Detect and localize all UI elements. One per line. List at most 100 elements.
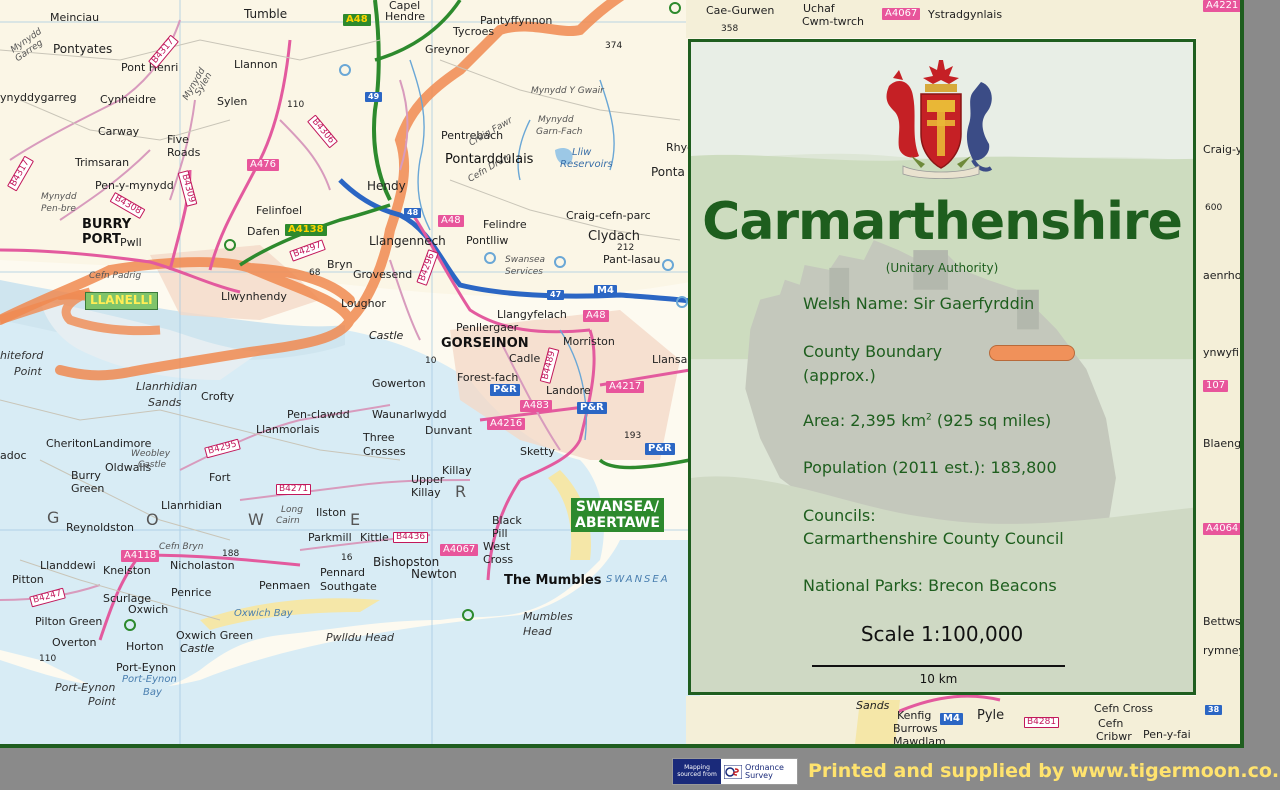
pennard-label: Pennard	[320, 566, 366, 579]
landore-label: Landore	[546, 384, 591, 397]
sands-label: Sands	[856, 699, 890, 712]
carway-label: Carway	[98, 125, 140, 138]
five-roads-label-1: Five	[167, 133, 189, 146]
upper-killay-label-1: Upper	[411, 473, 445, 486]
info-panel: Carmarthenshire (Unitary Authority) Wels…	[688, 39, 1196, 695]
gower-letter-o: O	[146, 510, 161, 529]
three-crosses-label-2: Crosses	[363, 445, 406, 458]
forest-fach-label: Forest-fach	[457, 371, 519, 384]
mawdlam-label: Mawdlam	[893, 735, 946, 748]
uchaf-label: Uchaf	[803, 2, 835, 15]
spot-height-68: 68	[309, 268, 321, 278]
area-prefix: Area: 2,395 km	[803, 411, 927, 430]
route-number-16: 16	[341, 553, 353, 563]
three-crosses-label-1: Three	[363, 431, 395, 444]
swansea-label-line1: SWANSEA/	[575, 499, 659, 515]
ynyddygarreg-label: ynyddygarreg	[0, 91, 77, 104]
llangennech-label: Llangennech	[369, 234, 446, 248]
dunvant-label: Dunvant	[425, 424, 472, 437]
oxwich-castle-label: Castle	[180, 642, 215, 655]
cae-gurwen-label: Cae-Gurwen	[706, 4, 775, 17]
cefn-label: Cefn	[1098, 717, 1124, 730]
road-a483: A483	[520, 400, 552, 412]
grovesend-label: Grovesend	[353, 268, 413, 281]
mynydd-garn-fach-label-1: Mynydd	[538, 115, 574, 125]
aenrho-label: aenrho	[1203, 269, 1242, 282]
mumbles-head-label-1: Mumbles	[523, 610, 573, 623]
road-b4436: B4436	[393, 532, 429, 543]
spot-height-374: 374	[605, 41, 623, 51]
road-a4138: A4138	[285, 224, 327, 236]
a483-green	[598, 458, 691, 470]
area-line: Area: 2,395 km2 (925 sq miles)	[803, 410, 1051, 432]
oxwich-green-label: Oxwich Green	[176, 629, 254, 642]
pontardawe-label: Ponta	[651, 165, 685, 179]
swansea-bay-label: SWANSEA	[606, 574, 670, 585]
gower-letter-r: R	[455, 482, 469, 501]
road-a48-east-of-gorseinon: A48	[583, 310, 609, 322]
lliw-reservoirs-label-2: Reservoirs	[560, 159, 613, 170]
mynydd-garn-fach-label-2: Garn-Fach	[536, 127, 583, 137]
castle-label: Castle	[369, 329, 404, 342]
road-a48-top: A48	[343, 14, 371, 26]
felindre-label: Felindre	[483, 218, 527, 231]
welsh-name-line: Welsh Name: Sir Gaerfyrddin	[803, 294, 1035, 313]
route-number-10: 10	[425, 356, 437, 366]
road-b4271: B4271	[276, 484, 312, 495]
mynydd-y-gwair-label: Mynydd Y Gwair	[531, 86, 604, 96]
southgate-label: Southgate	[320, 580, 377, 593]
west-cross-label-2: Cross	[483, 553, 514, 566]
kenfig-label-1: Kenfig	[897, 709, 932, 722]
road-a476: A476	[247, 159, 279, 171]
county-boundary-approx-label: (approx.)	[803, 366, 876, 385]
craig-y-label: Craig-y	[1203, 143, 1243, 156]
penmaen-label: Penmaen	[259, 579, 311, 592]
road-a4118: A4118	[121, 550, 160, 562]
swansea-services-label-1: Swansea	[505, 255, 546, 265]
road-m4-west: M4	[594, 285, 617, 297]
swansea-label: SWANSEA/ ABERTAWE	[571, 498, 664, 533]
gowerton-label: Gowerton	[372, 377, 426, 390]
llanelli-label: LLANELLI	[85, 292, 158, 310]
scale-bar-label: 10 km	[919, 672, 958, 686]
ystradgynlais-label: Ystradgynlais	[928, 8, 1003, 21]
road-a4067-south: A4067	[440, 544, 479, 556]
nicholaston-label: Nicholaston	[170, 559, 235, 572]
burry-green-label-1: Burry	[71, 469, 101, 482]
burry-port-label-2: PORT	[82, 232, 121, 247]
port-eynon-bay-label-2: Bay	[143, 687, 162, 698]
black-pill-label-1: Black	[492, 514, 522, 527]
ordnance-survey-logo: Mapping sourced from Ordnance Survey	[672, 758, 798, 785]
coat-of-arms-icon	[886, 60, 993, 179]
cwm-twrch-label: Cwm-twrch	[802, 15, 864, 28]
printed-by-link[interactable]: Printed and supplied by www.tigermoon.co…	[808, 760, 1280, 782]
tumble-label: Tumble	[244, 7, 288, 21]
junction-38: 38	[1205, 705, 1223, 715]
pontyates-label: Pontyates	[53, 42, 113, 56]
pyle-label: Pyle	[977, 708, 1005, 723]
road-a4064: A4064	[1203, 523, 1240, 535]
capel-hendre-label-2: Hendre	[385, 10, 426, 23]
pen-y-fai-label: Pen-y-fai	[1143, 728, 1191, 741]
weobley-castle-label-2: Castle	[138, 460, 167, 470]
newton-label: Newton	[411, 567, 457, 581]
llanmorlais-label: Llanmorlais	[256, 423, 320, 436]
black-pill-label-2: Pill	[492, 527, 508, 540]
mumbles-head-label-2: Head	[523, 625, 552, 638]
five-roads-label-2: Roads	[167, 146, 201, 159]
whiteford-point-label-1: hiteford	[0, 349, 44, 362]
oxwich-bay-label: Oxwich Bay	[234, 608, 293, 619]
park-and-ride-2: P&R	[577, 402, 607, 414]
os-mapping-credit: Mapping sourced from	[673, 759, 721, 784]
tycroes-label: Tycroes	[453, 25, 495, 38]
pant-lasau-label: Pant-lasau	[603, 253, 661, 266]
weobley-castle-label-1: Weobley	[131, 449, 171, 459]
road-b4281: B4281	[1024, 717, 1060, 728]
scale-text: Scale 1:100,000	[860, 622, 1024, 646]
knelston-label: Knelston	[103, 564, 151, 577]
swansea-label-line2: ABERTAWE	[575, 515, 660, 532]
adoc-label: adoc	[0, 449, 27, 462]
llanddewi-label: Llanddewi	[40, 559, 96, 572]
llanrhidian-sands-label-1: Llanrhidian	[136, 380, 198, 393]
cefn-padrig-label: Cefn Padrig	[89, 271, 142, 281]
